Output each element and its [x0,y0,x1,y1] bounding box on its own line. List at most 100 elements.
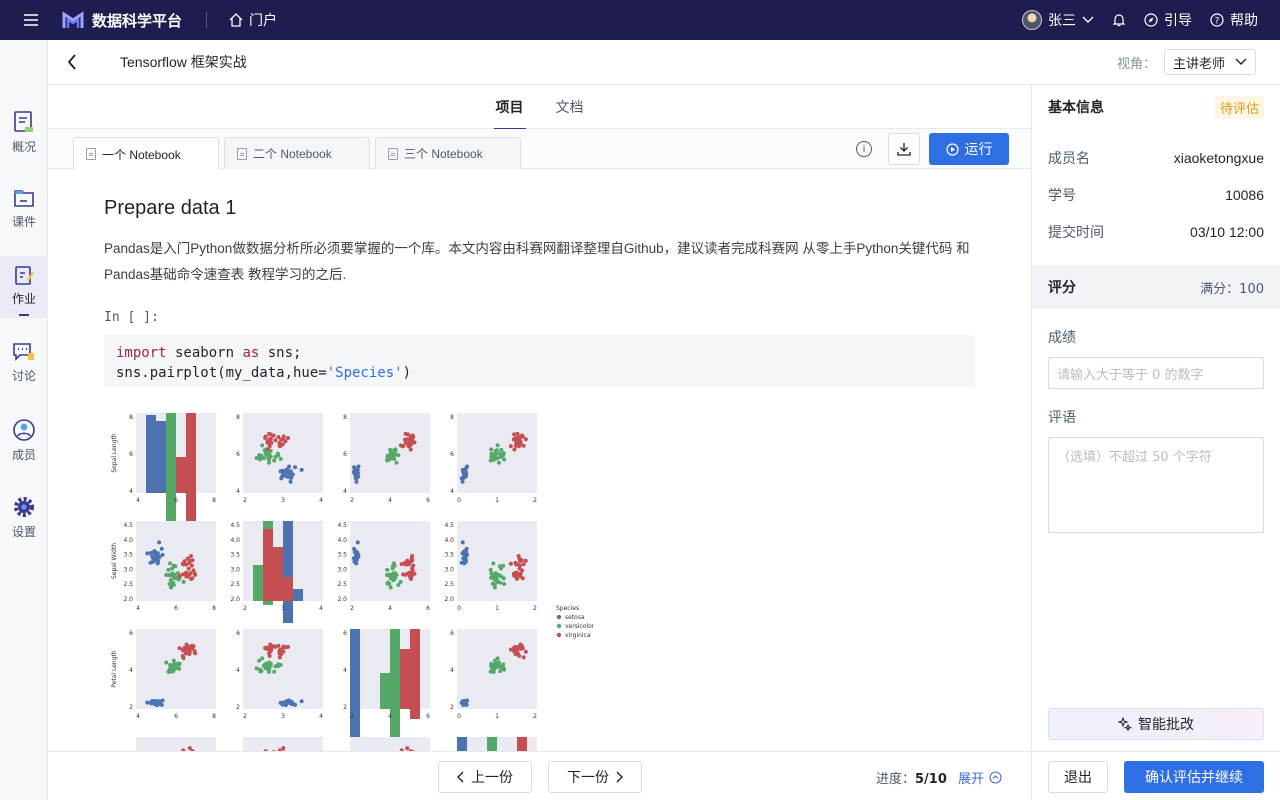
scatter-point [512,447,517,452]
confirm-button[interactable]: 确认评估并继续 [1124,761,1264,793]
notebook-tab-1[interactable]: 一个 Notebook [73,137,219,170]
scatter-point [159,546,164,551]
scatter-point [488,567,493,572]
notebook-tab-2[interactable]: 二个 Notebook [224,137,370,169]
tick-label: 2 [533,605,537,612]
scatter-point [356,474,361,479]
view-select[interactable]: 主讲老师 [1164,49,1256,75]
sidebar: 概况 课件 作业 讨论 成员 设置 [0,40,48,800]
expand-button[interactable]: 展开 [958,768,1002,787]
scatter-point [280,474,285,479]
tick-label: 1 [495,605,499,612]
sidebar-item-homework[interactable]: 作业 [0,256,48,318]
scatter-point [272,458,277,463]
tick-label: 4 [450,667,454,674]
histogram-bar [146,415,156,493]
scatter-point [392,563,397,568]
tick-label: 6 [343,451,347,458]
scatter-point [154,557,159,562]
guide-link[interactable]: 引导 [1144,10,1192,30]
tab-docs[interactable]: 文档 [556,85,584,129]
notebook-tab-3[interactable]: 三个 Notebook [375,137,521,169]
scatter-point [268,661,273,666]
page-header: Tensorflow 框架实战 视角： 主讲老师 [48,40,1280,85]
run-button[interactable]: 运行 [929,133,1009,165]
sidebar-item-members[interactable]: 成员 [0,410,48,472]
scatter-point [160,698,165,703]
sidebar-item-label: 设置 [11,525,36,539]
grade-input[interactable]: 请输入大于等于 0 的数字 [1048,357,1264,389]
tick-label: 3 [281,605,285,612]
plot-panel [243,413,323,493]
comment-textarea[interactable]: （选填）不超过 50 个字符 [1048,437,1264,533]
scatter-point [188,554,193,559]
prev-button[interactable]: 上一份 [438,761,532,793]
scatter-point [393,571,398,576]
histogram-bar [390,629,400,737]
scatter-point [184,562,189,567]
user-menu[interactable]: 张三 [1022,10,1094,30]
scatter-point [171,563,176,568]
help-link[interactable]: ? 帮助 [1210,10,1258,30]
scatter-point [521,443,526,448]
sidebar-item-settings[interactable]: 设置 [0,487,48,549]
scatter-point [260,443,265,448]
scatter-point [175,661,180,666]
tick-label: 4 [129,488,133,495]
status-badge: 待评估 [1214,95,1264,119]
download-button[interactable] [888,133,920,165]
scatter-point [356,554,361,559]
histogram-bar [487,737,497,751]
tick-label: 8 [236,414,240,421]
scatter-point [494,577,499,582]
logo-icon [62,11,84,28]
ai-grading-label: 智能批改 [1138,717,1194,733]
code-text: ) [402,365,412,381]
tick-label: 4.5 [230,522,240,529]
scatter-point [489,661,494,666]
divider [206,12,208,28]
scatter-point [190,558,195,563]
bell-icon [1112,14,1126,27]
ai-grading-button[interactable]: 智能批改 [1048,708,1264,740]
tick-label: 3.5 [444,552,454,559]
scatter-point [462,474,467,479]
scatter-point [276,662,281,667]
overview-icon [14,111,33,132]
scatter-point [462,561,467,566]
notification-bell[interactable] [1112,13,1126,27]
tick-label: 0 [457,713,461,720]
menu-icon[interactable] [0,0,62,40]
tab-project[interactable]: 项目 [493,85,526,130]
scatter-point [189,643,194,648]
info-icon[interactable]: i [856,141,872,157]
tick-label: 4.5 [337,522,347,529]
pairplot-chart: 4 6 84682 3 44682 4 64680 1 2468Sepal Length4 6 82… [111,413,595,751]
tick-label: 2.5 [444,581,454,588]
sidebar-item-discussion[interactable]: 讨论 [0,333,48,395]
scatter-point [492,585,497,590]
full-score: 满分：100 [1200,281,1264,297]
plot-panel [136,737,216,751]
code-keyword: as [242,345,260,361]
next-button[interactable]: 下一份 [548,761,642,793]
legend-marker [556,632,562,638]
tick-label: 0 [457,605,461,612]
exit-button[interactable]: 退出 [1048,761,1108,793]
sidebar-item-courseware[interactable]: 课件 [0,179,48,241]
tick-label: 4 [236,667,240,674]
tick-label: 8 [212,497,216,504]
tick-label: 4 [236,488,240,495]
portal-link[interactable]: 门户 [229,10,277,30]
grade-placeholder: 请输入大于等于 0 的数字 [1057,367,1204,383]
axis-label: Sepal Width [111,543,118,579]
code-keyword: import [116,345,167,361]
scatter-point [282,470,287,475]
scatter-point [145,551,150,556]
tick-label: 2 [450,704,454,711]
sidebar-item-overview[interactable]: 概况 [0,102,48,164]
brand[interactable]: 数据科学平台 [62,10,182,31]
help-label: 帮助 [1230,13,1258,29]
code-cell[interactable]: import seaborn as sns; sns.pairplot(my_d… [104,335,975,387]
main-panel: 项目 文档 一个 Notebook 二个 Notebook 三个 Noteboo… [48,85,1031,800]
